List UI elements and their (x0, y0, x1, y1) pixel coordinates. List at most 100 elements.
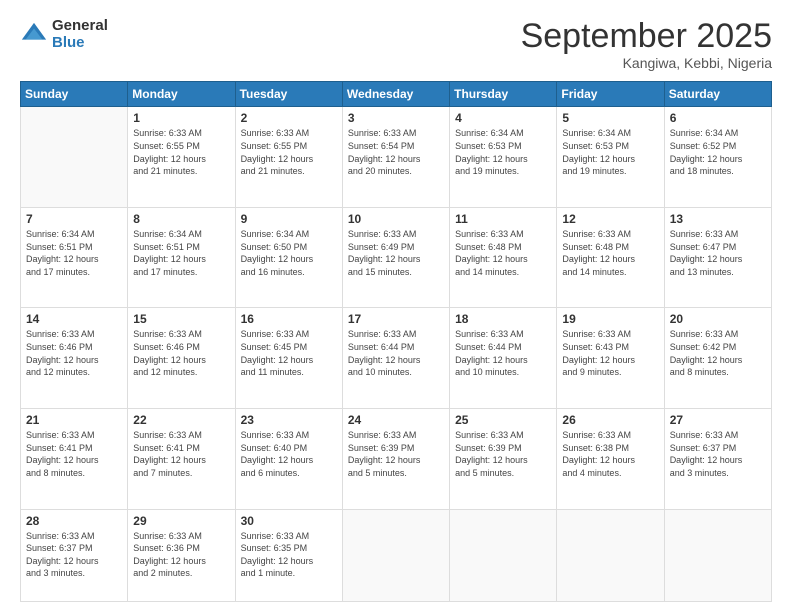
calendar-cell (21, 107, 128, 208)
day-number: 7 (26, 212, 122, 226)
calendar-cell: 28 Sunrise: 6:33 AMSunset: 6:37 PMDayligh… (21, 509, 128, 601)
day-number: 19 (562, 312, 658, 326)
col-header-sunday: Sunday (21, 82, 128, 107)
cell-info: Sunrise: 6:33 AMSunset: 6:42 PMDaylight:… (670, 328, 766, 378)
calendar-cell (342, 509, 449, 601)
day-number: 10 (348, 212, 444, 226)
day-number: 4 (455, 111, 551, 125)
calendar-cell: 14 Sunrise: 6:33 AMSunset: 6:46 PMDayligh… (21, 308, 128, 409)
day-number: 2 (241, 111, 337, 125)
logo-text: General Blue (52, 18, 108, 51)
col-header-friday: Friday (557, 82, 664, 107)
calendar-cell: 26 Sunrise: 6:33 AMSunset: 6:38 PMDayligh… (557, 408, 664, 509)
cell-info: Sunrise: 6:33 AMSunset: 6:54 PMDaylight:… (348, 127, 444, 177)
cell-info: Sunrise: 6:33 AMSunset: 6:55 PMDaylight:… (133, 127, 229, 177)
cell-info: Sunrise: 6:34 AMSunset: 6:50 PMDaylight:… (241, 228, 337, 278)
day-number: 13 (670, 212, 766, 226)
cell-info: Sunrise: 6:33 AMSunset: 6:45 PMDaylight:… (241, 328, 337, 378)
calendar-cell: 24 Sunrise: 6:33 AMSunset: 6:39 PMDayligh… (342, 408, 449, 509)
cell-info: Sunrise: 6:33 AMSunset: 6:35 PMDaylight:… (241, 530, 337, 580)
cell-info: Sunrise: 6:33 AMSunset: 6:37 PMDaylight:… (26, 530, 122, 580)
day-number: 18 (455, 312, 551, 326)
calendar-cell: 12 Sunrise: 6:33 AMSunset: 6:48 PMDayligh… (557, 207, 664, 308)
calendar-cell: 27Sunrise: 6:33 AMSunset: 6:37 PMDayligh… (664, 408, 771, 509)
calendar-cell: 19 Sunrise: 6:33 AMSunset: 6:43 PMDayligh… (557, 308, 664, 409)
calendar-cell: 25Sunrise: 6:33 AMSunset: 6:39 PMDayligh… (450, 408, 557, 509)
day-number: 6 (670, 111, 766, 125)
calendar-cell: 1 Sunrise: 6:33 AMSunset: 6:55 PMDaylight… (128, 107, 235, 208)
col-header-thursday: Thursday (450, 82, 557, 107)
calendar-cell: 18Sunrise: 6:33 AMSunset: 6:44 PMDayligh… (450, 308, 557, 409)
day-number: 11 (455, 212, 551, 226)
day-number: 20 (670, 312, 766, 326)
calendar-cell: 20 Sunrise: 6:33 AMSunset: 6:42 PMDayligh… (664, 308, 771, 409)
calendar-cell: 13 Sunrise: 6:33 AMSunset: 6:47 PMDayligh… (664, 207, 771, 308)
cell-info: Sunrise: 6:34 AMSunset: 6:53 PMDaylight:… (562, 127, 658, 177)
cell-info: Sunrise: 6:33 AMSunset: 6:47 PMDaylight:… (670, 228, 766, 278)
day-number: 24 (348, 413, 444, 427)
calendar-cell: 21 Sunrise: 6:33 AMSunset: 6:41 PMDayligh… (21, 408, 128, 509)
day-number: 5 (562, 111, 658, 125)
calendar-cell: 16 Sunrise: 6:33 AMSunset: 6:45 PMDayligh… (235, 308, 342, 409)
logo-general: General (52, 18, 108, 35)
cell-info: Sunrise: 6:33 AMSunset: 6:39 PMDaylight:… (348, 429, 444, 479)
calendar-cell: 2 Sunrise: 6:33 AMSunset: 6:55 PMDaylight… (235, 107, 342, 208)
col-header-tuesday: Tuesday (235, 82, 342, 107)
col-header-monday: Monday (128, 82, 235, 107)
day-number: 29 (133, 514, 229, 528)
calendar-cell: 3 Sunrise: 6:33 AMSunset: 6:54 PMDaylight… (342, 107, 449, 208)
logo: General Blue (20, 18, 108, 51)
day-number: 28 (26, 514, 122, 528)
calendar-cell: 10Sunrise: 6:33 AMSunset: 6:49 PMDayligh… (342, 207, 449, 308)
calendar-cell: 22Sunrise: 6:33 AMSunset: 6:41 PMDayligh… (128, 408, 235, 509)
day-number: 27 (670, 413, 766, 427)
page: General Blue September 2025 Kangiwa, Keb… (0, 0, 792, 612)
header: General Blue September 2025 Kangiwa, Keb… (20, 18, 772, 71)
calendar-cell (557, 509, 664, 601)
location: Kangiwa, Kebbi, Nigeria (521, 55, 772, 71)
day-number: 16 (241, 312, 337, 326)
calendar-cell: 5 Sunrise: 6:34 AMSunset: 6:53 PMDaylight… (557, 107, 664, 208)
cell-info: Sunrise: 6:33 AMSunset: 6:44 PMDaylight:… (348, 328, 444, 378)
day-number: 23 (241, 413, 337, 427)
day-number: 12 (562, 212, 658, 226)
day-number: 3 (348, 111, 444, 125)
cell-info: Sunrise: 6:33 AMSunset: 6:55 PMDaylight:… (241, 127, 337, 177)
day-number: 8 (133, 212, 229, 226)
calendar-cell (664, 509, 771, 601)
calendar-cell: 17 Sunrise: 6:33 AMSunset: 6:44 PMDayligh… (342, 308, 449, 409)
cell-info: Sunrise: 6:34 AMSunset: 6:53 PMDaylight:… (455, 127, 551, 177)
day-number: 15 (133, 312, 229, 326)
title-block: September 2025 Kangiwa, Kebbi, Nigeria (521, 18, 772, 71)
day-number: 9 (241, 212, 337, 226)
calendar-cell: 9 Sunrise: 6:34 AMSunset: 6:50 PMDaylight… (235, 207, 342, 308)
day-number: 14 (26, 312, 122, 326)
calendar-cell: 8Sunrise: 6:34 AMSunset: 6:51 PMDaylight… (128, 207, 235, 308)
calendar-cell: 15 Sunrise: 6:33 AMSunset: 6:46 PMDayligh… (128, 308, 235, 409)
day-number: 22 (133, 413, 229, 427)
calendar-cell: 7 Sunrise: 6:34 AMSunset: 6:51 PMDaylight… (21, 207, 128, 308)
calendar-cell: 29 Sunrise: 6:33 AMSunset: 6:36 PMDayligh… (128, 509, 235, 601)
cell-info: Sunrise: 6:33 AMSunset: 6:43 PMDaylight:… (562, 328, 658, 378)
calendar-cell: 30Sunrise: 6:33 AMSunset: 6:35 PMDayligh… (235, 509, 342, 601)
cell-info: Sunrise: 6:33 AMSunset: 6:41 PMDaylight:… (26, 429, 122, 479)
day-number: 21 (26, 413, 122, 427)
month-title: September 2025 (521, 18, 772, 55)
cell-info: Sunrise: 6:34 AMSunset: 6:52 PMDaylight:… (670, 127, 766, 177)
cell-info: Sunrise: 6:33 AMSunset: 6:46 PMDaylight:… (133, 328, 229, 378)
cell-info: Sunrise: 6:34 AMSunset: 6:51 PMDaylight:… (26, 228, 122, 278)
day-number: 26 (562, 413, 658, 427)
cell-info: Sunrise: 6:33 AMSunset: 6:48 PMDaylight:… (562, 228, 658, 278)
day-number: 1 (133, 111, 229, 125)
cell-info: Sunrise: 6:33 AMSunset: 6:39 PMDaylight:… (455, 429, 551, 479)
logo-blue: Blue (52, 35, 108, 52)
day-number: 17 (348, 312, 444, 326)
cell-info: Sunrise: 6:33 AMSunset: 6:46 PMDaylight:… (26, 328, 122, 378)
cell-info: Sunrise: 6:33 AMSunset: 6:38 PMDaylight:… (562, 429, 658, 479)
col-header-wednesday: Wednesday (342, 82, 449, 107)
calendar-cell (450, 509, 557, 601)
calendar-cell: 4 Sunrise: 6:34 AMSunset: 6:53 PMDaylight… (450, 107, 557, 208)
calendar-cell: 11Sunrise: 6:33 AMSunset: 6:48 PMDayligh… (450, 207, 557, 308)
cell-info: Sunrise: 6:33 AMSunset: 6:40 PMDaylight:… (241, 429, 337, 479)
cell-info: Sunrise: 6:33 AMSunset: 6:36 PMDaylight:… (133, 530, 229, 580)
